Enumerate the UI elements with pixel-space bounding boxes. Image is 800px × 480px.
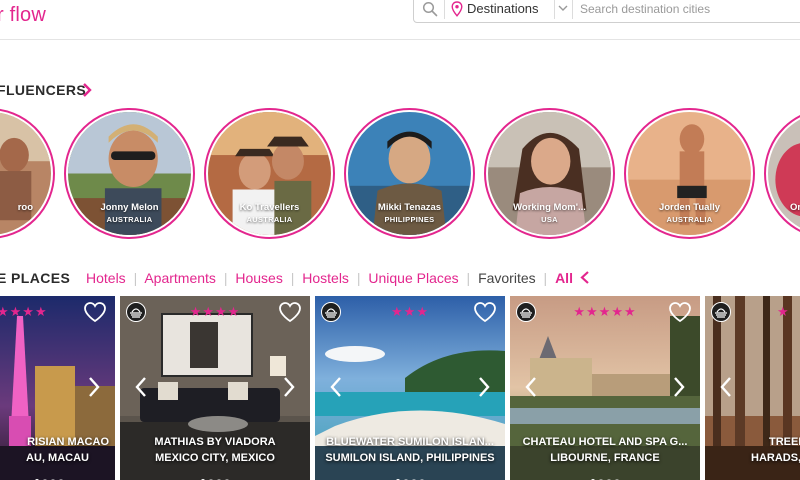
filter-houses[interactable]: Houses	[235, 270, 282, 286]
influencer-name: Working Mom'...	[513, 202, 586, 213]
search-input[interactable]	[580, 0, 800, 19]
filter-all[interactable]: All	[555, 270, 573, 286]
filter-hostels[interactable]: Hostels	[302, 270, 349, 286]
filter-unique-places[interactable]: Unique Places	[368, 270, 458, 286]
filter-hotels[interactable]: Hotels	[86, 270, 126, 286]
location-pin-icon	[451, 1, 463, 17]
filter-favorites[interactable]: Favorites	[478, 270, 536, 286]
influencer-country: AUSTRALIA	[246, 215, 293, 224]
chevron-right-icon[interactable]	[282, 376, 296, 398]
influencer-name: roo	[17, 202, 33, 213]
property-location: SUMILON ISLAND, PHILIPPINES	[325, 452, 495, 464]
divider: |	[466, 270, 471, 286]
influencer-card[interactable]: Jorden Tually AUSTRALIA	[624, 108, 755, 239]
property-card[interactable]: ★★★★ RISIAN MACAO AU, MACAU	[0, 296, 115, 480]
divider: |	[133, 270, 138, 286]
property-card[interactable]: ★★★ BLUEWATER SUMILON ISLAN... SUMILON I…	[315, 296, 505, 480]
influencer-country: USA	[541, 215, 558, 224]
carousel-dots	[0, 470, 115, 480]
influencer-photo	[768, 112, 800, 235]
carousel-dots	[510, 470, 700, 480]
property-title: TREEH	[769, 436, 800, 448]
chevron-right-icon[interactable]	[87, 376, 101, 398]
search-icon[interactable]	[422, 1, 438, 17]
carousel-dots	[315, 470, 505, 480]
divider: |	[290, 270, 295, 286]
divider	[444, 0, 445, 19]
property-location: LIBOURNE, FRANCE	[550, 452, 660, 464]
chevron-down-icon[interactable]	[557, 3, 569, 13]
divider: |	[543, 270, 548, 286]
influencer-name: On	[790, 202, 800, 213]
chevron-left-icon[interactable]	[524, 376, 538, 398]
influencer-name: Ko Travellers	[239, 202, 300, 213]
chevron-right-icon[interactable]	[477, 376, 491, 398]
influencer-name: Mikki Tenazas	[377, 202, 442, 213]
places-filter-nav: E PLACES Hotels | Apartments | Houses | …	[0, 270, 590, 290]
property-card[interactable]: ★★★★★ CHATEAU HOTEL AND SPA G... LIBOURN…	[510, 296, 700, 480]
chevron-left-icon[interactable]	[329, 376, 343, 398]
destinations-dropdown[interactable]: Destinations	[467, 1, 539, 16]
property-location: MEXICO CITY, MEXICO	[155, 452, 275, 464]
influencer-country: AUSTRALIA	[666, 215, 713, 224]
property-title: MATHIAS BY VIADORA	[154, 436, 276, 448]
heart-icon[interactable]	[668, 301, 692, 323]
chevron-left-icon[interactable]	[719, 376, 733, 398]
chevron-left-icon[interactable]	[580, 271, 590, 284]
influencer-card[interactable]: Ko Travellers AUSTRALIA	[204, 108, 335, 239]
influencer-card[interactable]: On	[764, 108, 800, 239]
divider: |	[223, 270, 228, 286]
property-location: HARADS,	[751, 452, 800, 464]
carousel-dots	[120, 470, 310, 480]
influencer-country: AUSTRALIA	[106, 215, 153, 224]
property-title: RISIAN MACAO	[27, 436, 109, 448]
chevron-right-icon[interactable]	[81, 82, 93, 98]
chevron-right-icon[interactable]	[672, 376, 686, 398]
influencer-country: PHILIPPINES	[384, 215, 435, 224]
places-heading: E PLACES	[0, 270, 71, 286]
influencer-card[interactable]: roo	[0, 108, 55, 239]
influencer-card[interactable]: Working Mom'... USA	[484, 108, 615, 239]
brand-tagline[interactable]: r flow	[0, 4, 46, 27]
property-title: BLUEWATER SUMILON ISLAN...	[326, 436, 494, 448]
influencer-card[interactable]: Jonny Melon AUSTRALIA	[64, 108, 195, 239]
property-card[interactable]: ★ TREEH HARADS,	[705, 296, 800, 480]
property-location: AU, MACAU	[26, 452, 89, 464]
influencer-carousel: roo Jonny Melon AUSTRALIA Ko Travellers …	[0, 108, 800, 242]
top-header: r flow Destinations	[0, 0, 800, 40]
property-title: CHATEAU HOTEL AND SPA G...	[522, 436, 688, 448]
influencer-card[interactable]: Mikki Tenazas PHILIPPINES	[344, 108, 475, 239]
heart-icon[interactable]	[473, 301, 497, 323]
divider: |	[356, 270, 361, 286]
influencer-photo	[0, 112, 51, 235]
page: r flow Destinations FLUENCERS	[0, 0, 800, 480]
influencer-name: Jorden Tually	[658, 202, 721, 213]
search-bar: Destinations	[413, 0, 800, 23]
divider	[572, 0, 573, 19]
influencers-heading: FLUENCERS	[0, 82, 87, 98]
chevron-left-icon[interactable]	[134, 376, 148, 398]
property-card[interactable]: ★★★★ MATHIAS BY VIADORA MEXICO CITY, MEX…	[120, 296, 310, 480]
influencer-name: Jonny Melon	[100, 202, 159, 213]
divider	[554, 0, 555, 19]
heart-icon[interactable]	[278, 301, 302, 323]
heart-icon[interactable]	[83, 301, 107, 323]
filter-apartments[interactable]: Apartments	[144, 270, 216, 286]
star-rating: ★	[777, 304, 790, 319]
